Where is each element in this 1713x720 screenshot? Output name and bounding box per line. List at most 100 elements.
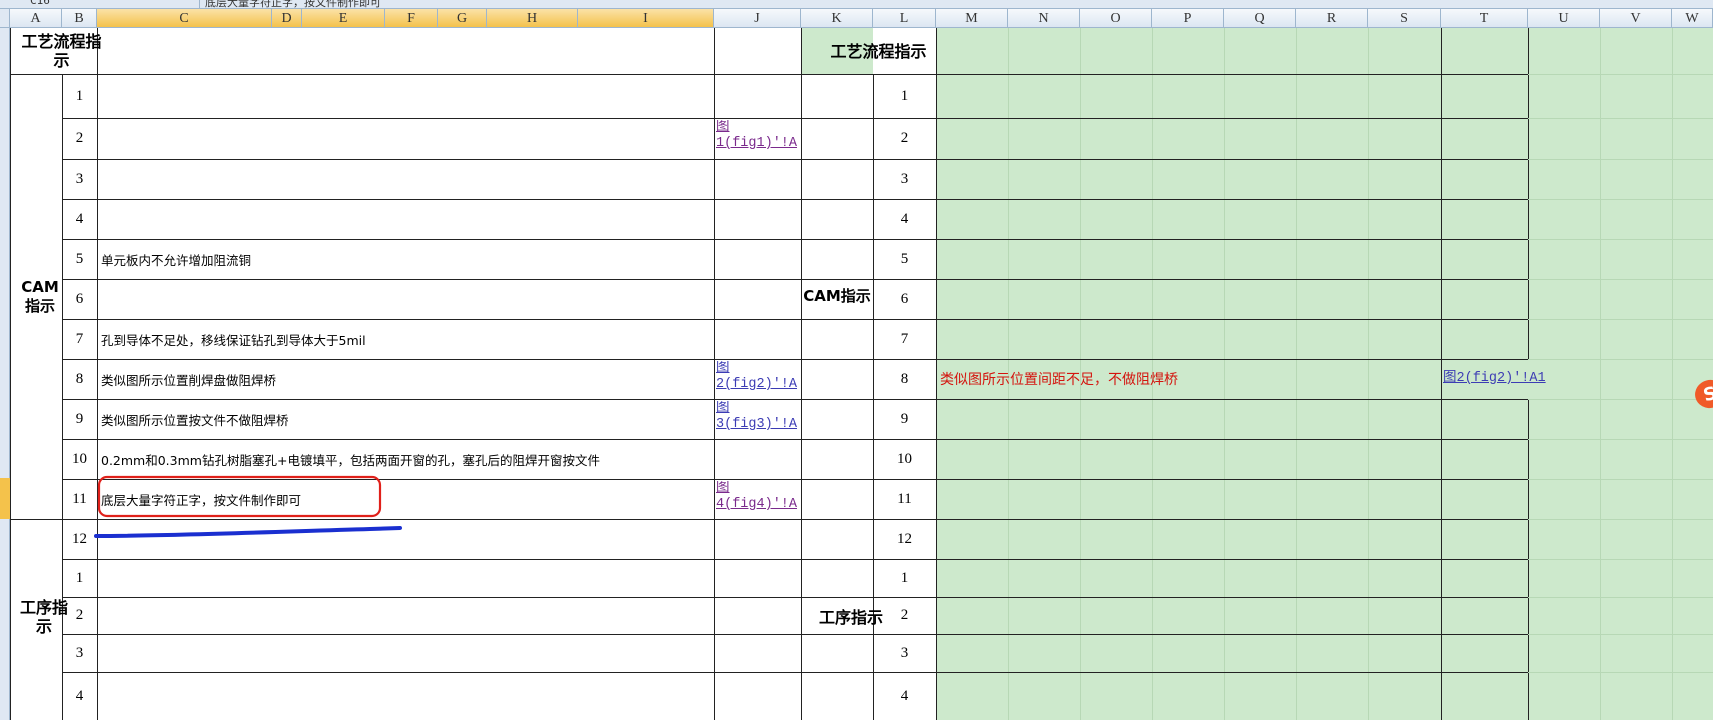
left-cam-row-link[interactable]: 图 2(fig2)'!A [716,361,801,393]
column-header-e[interactable]: E [302,9,385,28]
right-cam-row-number: 6 [900,290,909,307]
column-header-u[interactable]: U [1528,9,1600,28]
grid-hline [62,597,1528,598]
light-grid-hline [1528,159,1713,160]
grid-hline [62,672,1528,673]
left-cam-row-text[interactable]: 类似图所示位置按文件不做阻焊桥 [101,399,712,439]
light-grid-hline [1528,559,1713,560]
left-cam-row-number: 10 [72,450,87,467]
column-header-i[interactable]: I [578,9,714,28]
right-cam-row-number: 4 [900,210,909,227]
light-grid-hline [1528,239,1713,240]
right-cam-row-number: 2 [900,130,909,146]
right-cam-row-number: 12 [897,530,912,547]
column-header-k[interactable]: K [801,9,873,28]
column-header-j[interactable]: J [714,9,801,28]
column-header-q[interactable]: Q [1224,9,1296,28]
column-header-w[interactable]: W [1672,9,1713,28]
right-cam-row-number: 5 [900,250,909,267]
light-grid-hline [1528,672,1713,673]
grid-vline [1528,28,1529,359]
column-header-l[interactable]: L [873,9,936,28]
right-cam-row-number: 10 [897,450,912,467]
grid-vline [97,28,98,720]
column-header-v[interactable]: V [1600,9,1672,28]
grid-hline [62,559,1528,560]
right-process-row-number: 1 [900,569,909,586]
left-cam-row-link[interactable]: 图 3(fig3)'!A [716,401,801,433]
left-cam-row-text[interactable]: 单元板内不允许增加阻流铜 [101,239,712,279]
grid-vline [1441,28,1442,720]
left-cam-row-link[interactable]: 图 4(fig4)'!A [716,481,801,513]
right-cam-row-number: 3 [900,170,909,187]
column-header-p[interactable]: P [1152,9,1224,28]
light-grid-hline [1528,118,1713,119]
column-header-m[interactable]: M [936,9,1008,28]
left-cam-row-text[interactable]: 类似图所示位置削焊盘做阻焊桥 [101,359,712,399]
left-cam-row-text[interactable]: 孔到导体不足处，移线保证钻孔到导体大于5mil [101,319,712,359]
grid-hline [62,634,1528,635]
right-cam-row8-text[interactable]: 类似图所示位置间距不足，不做阻焊桥 [940,359,1439,399]
left-cam-row-number: 3 [75,170,84,187]
right-cam-row8-link[interactable]: 图2(fig2)'!A1 [1443,359,1643,399]
left-cam-label: CAM指示 [21,277,59,315]
right-cam-label: CAM指示 [803,287,871,305]
left-process-row-number: 1 [75,569,84,586]
column-header-n[interactable]: N [1008,9,1080,28]
grid-hline [10,74,801,75]
column-header-o[interactable]: O [1080,9,1152,28]
right-process-row-number: 2 [900,607,909,623]
right-process-header: 工艺流程指示 [830,41,927,61]
light-grid-hline [1528,279,1713,280]
grid-hline [62,118,1528,119]
left-cam-row-number: 9 [75,410,84,427]
column-header-c[interactable]: C [97,9,272,28]
column-header-h[interactable]: H [487,9,578,28]
selected-row-indicator [0,478,10,519]
grid-hline [62,159,1528,160]
grid-hline [62,279,1528,280]
blue-underline-stroke [94,526,402,538]
left-cam-row-number: 7 [75,330,84,347]
left-cam-row-number: 5 [75,250,84,267]
left-cam-row-text[interactable]: 0.2mm和0.3mm钻孔树脂塞孔+电镀填平，包括两面开窗的孔，塞孔后的阻焊开窗… [101,439,712,479]
left-cam-row-number: 8 [75,370,84,387]
light-grid-hline [1528,634,1713,635]
grid-hline [10,519,801,520]
left-cam-row-text[interactable]: 底层大量字符正字，按文件制作即可 [101,479,712,519]
right-cam-row-number: 7 [900,330,909,347]
light-grid-hline [1528,479,1713,480]
formula-bar[interactable]: C16 底层大量字符正字，按文件制作即可 [0,0,1713,9]
right-cam-row-number: 1 [900,87,909,104]
left-cam-row-link[interactable]: 图 1(fig1)'!A [716,120,801,152]
right-cam-row-number: 9 [900,410,909,427]
column-header-g[interactable]: G [438,9,487,28]
column-header-r[interactable]: R [1296,9,1368,28]
worksheet-grid[interactable]: 工艺流程指示 工艺流程指示 CAM指示 CAM指示 工序指示 工序指示 1 2 图 1(fig1… [10,28,1713,720]
formula-content[interactable]: 底层大量字符正字，按文件制作即可 [205,0,381,8]
grid-hline [62,199,1528,200]
left-cam-row-number: 11 [72,490,87,507]
name-box[interactable]: C16 [0,0,200,8]
column-header-a[interactable]: A [10,9,62,28]
left-cam-row-number: 1 [75,87,84,104]
right-cam-row-number: 11 [897,490,912,507]
column-header-d[interactable]: D [272,9,302,28]
light-grid-hline [1528,439,1713,440]
grid-vline [714,28,715,720]
light-grid-hline [1528,597,1713,598]
column-header-b[interactable]: B [62,9,97,28]
left-cam-row-number: 12 [72,530,87,547]
row-headers[interactable] [0,28,10,720]
left-cam-row-number: 6 [75,290,84,307]
right-process-row-number: 4 [900,687,909,704]
select-all-corner[interactable] [0,9,10,28]
column-header-t[interactable]: T [1441,9,1528,28]
left-process-row-number: 4 [75,687,84,704]
grid-vline [936,28,937,720]
column-header-s[interactable]: S [1368,9,1441,28]
column-header-f[interactable]: F [385,9,438,28]
light-grid-hline [1528,399,1713,400]
left-cam-row-number: 2 [75,130,84,146]
light-grid-hline [1528,519,1713,520]
